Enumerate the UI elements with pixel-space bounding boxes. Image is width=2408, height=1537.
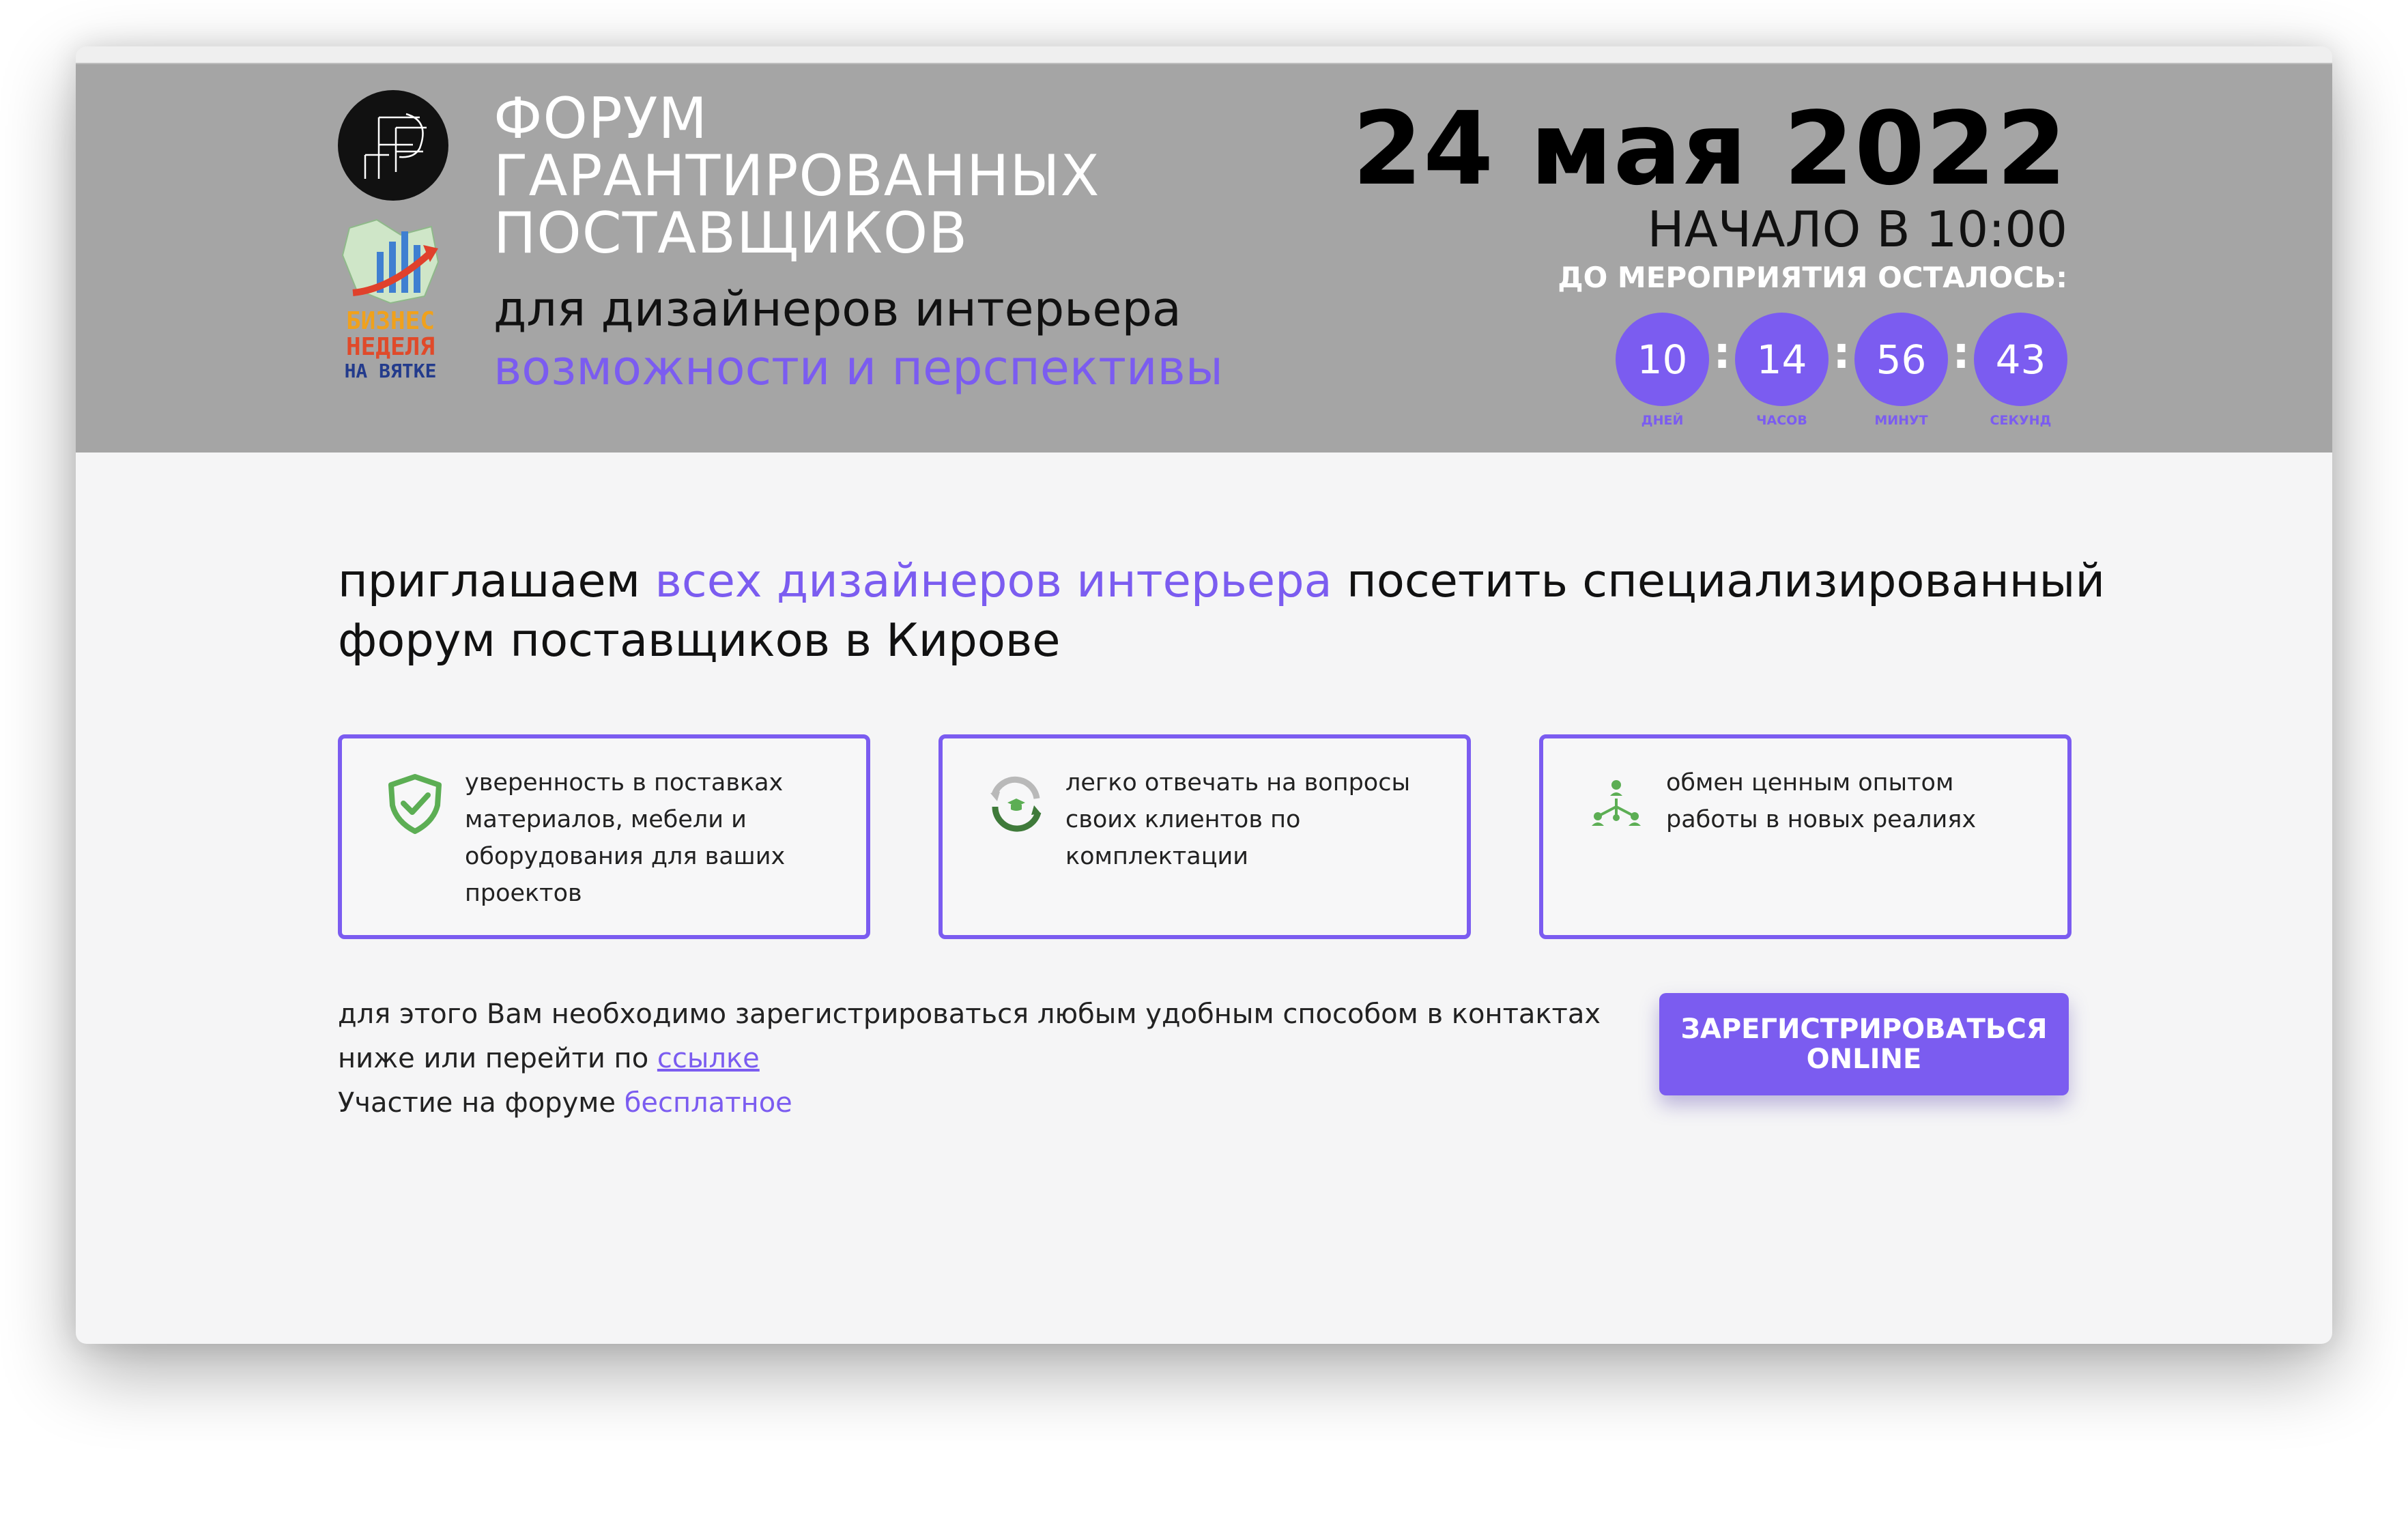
browser-window: БИЗНЕС НЕДЕЛЯ НА ВЯТКЕ ФОРУМ ГАРАНТИРОВА… (76, 46, 2332, 1344)
benefit-cards: уверенность в поставках материалов, мебе… (338, 734, 2072, 939)
countdown-seconds: 43 СЕКУНД (1974, 313, 2067, 428)
biz-logo-line-1: БИЗНЕС (345, 307, 435, 335)
note-participation-text: Участие на форуме (338, 1087, 625, 1119)
forum-title: ФОРУМ ГАРАНТИРОВАННЫХ ПОСТАВЩИКОВ (493, 90, 1100, 262)
shield-check-icon (388, 774, 442, 834)
business-week-logo[interactable]: БИЗНЕС НЕДЕЛЯ НА ВЯТКЕ (336, 214, 445, 385)
event-date: 24 мая 2022 (1352, 90, 2067, 207)
network-people-icon (1592, 780, 1641, 826)
countdown-timer: 10 ДНЕЙ : 14 ЧАСОВ : 56 МИНУТ : 43 СЕКУН… (1616, 313, 2067, 428)
benefit-card: уверенность в поставках материалов, мебе… (338, 734, 870, 939)
forum-logo[interactable] (338, 90, 448, 201)
countdown-minutes: 56 МИНУТ (1854, 313, 1948, 428)
countdown-days-value: 10 (1616, 313, 1709, 406)
countdown-minutes-label: МИНУТ (1874, 413, 1928, 428)
invite-text-accent: всех дизайнеров интерьера (655, 554, 1332, 607)
countdown-hours-value: 14 (1735, 313, 1829, 406)
forum-subtitle: для дизайнеров интерьера (493, 281, 1181, 337)
countdown-label: ДО МЕРОПРИЯТИЯ ОСТАЛОСЬ: (1558, 261, 2067, 294)
register-online-button[interactable]: ЗАРЕГИСТРИРОВАТЬСЯ ONLINE (1659, 993, 2069, 1095)
countdown-separator: : (1833, 328, 1850, 379)
title-line-2: ГАРАНТИРОВАННЫХ (493, 143, 1100, 209)
title-line-3: ПОСТАВЩИКОВ (493, 200, 969, 266)
countdown-separator: : (1952, 328, 1970, 379)
title-line-1: ФОРУМ (493, 85, 708, 152)
countdown-seconds-value: 43 (1974, 313, 2067, 406)
benefit-card-text: уверенность в поставках материалов, мебе… (465, 769, 786, 907)
note-text: для этого Вам необходимо зарегистрироват… (338, 999, 1601, 1074)
benefit-card: обмен ценным опытом работы в новых реали… (1539, 734, 2072, 939)
countdown-minutes-value: 56 (1854, 313, 1948, 406)
biz-logo-line-2: НЕДЕЛЯ (345, 333, 435, 361)
countdown-days-label: ДНЕЙ (1641, 413, 1684, 428)
hero-header: БИЗНЕС НЕДЕЛЯ НА ВЯТКЕ ФОРУМ ГАРАНТИРОВА… (76, 64, 2332, 453)
invite-heading: приглашаем всех дизайнеров интерьера пос… (338, 551, 2112, 670)
window-top-edge (76, 46, 2332, 64)
countdown-hours: 14 ЧАСОВ (1735, 313, 1829, 428)
cycle-graduation-icon (990, 776, 1042, 832)
countdown-seconds-label: СЕКУНД (1990, 413, 2052, 428)
registration-link[interactable]: ссылке (657, 1043, 760, 1074)
benefit-card-text: обмен ценным опытом работы в новых реали… (1666, 769, 1977, 833)
benefit-card-text: легко отвечать на вопросы своих клиентов… (1065, 769, 1411, 870)
countdown-days: 10 ДНЕЙ (1616, 313, 1709, 428)
note-free-text: бесплатное (624, 1087, 792, 1119)
registration-note: для этого Вам необходимо зарегистрироват… (338, 992, 1635, 1125)
benefit-card: легко отвечать на вопросы своих клиентов… (938, 734, 1471, 939)
event-start-time: НАЧАЛО В 10:00 (1647, 201, 2067, 258)
biz-logo-line-3: НА ВЯТКЕ (344, 360, 437, 382)
countdown-hours-label: ЧАСОВ (1756, 413, 1807, 428)
forum-tagline: возможности и перспективы (493, 340, 1224, 396)
countdown-separator: : (1713, 328, 1731, 379)
forum-logo-mark-icon (364, 113, 427, 179)
invite-text-start: приглашаем (338, 554, 655, 607)
